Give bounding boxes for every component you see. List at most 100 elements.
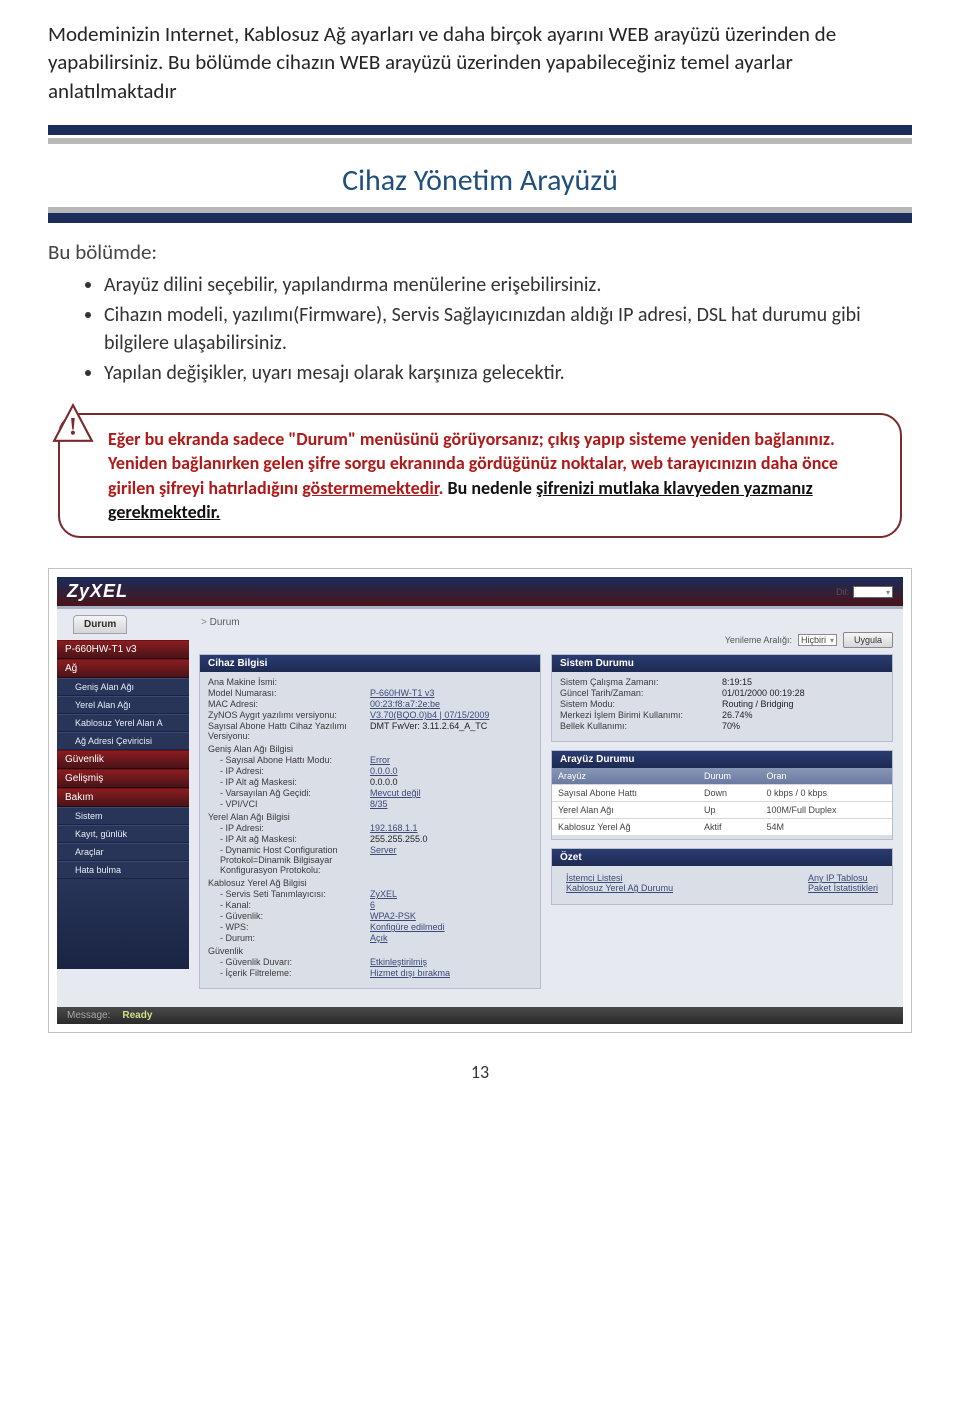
router-topbar: ZyXEL Dil: Türkçe ▾ — [57, 577, 903, 606]
cell: Yerel Alan Ağı — [552, 802, 698, 819]
interface-status-panel: Arayüz Durumu Arayüz Durum Oran — [551, 750, 893, 840]
cell: 100M/Full Duplex — [760, 802, 892, 819]
row-value: 01/01/2000 00:19:28 — [722, 688, 805, 698]
row-label: - Varsayılan Ağ Geçidi: — [208, 788, 370, 798]
row-value: 0.0.0.0 — [370, 777, 398, 787]
warning-dot: . — [439, 477, 448, 499]
nav-item-tools[interactable]: Araçlar — [57, 843, 189, 861]
group-security: Güvenlik — [208, 946, 532, 956]
device-info-header: Cihaz Bilgisi — [200, 655, 540, 672]
row-label: Sistem Modu: — [560, 699, 722, 709]
language-select[interactable]: Türkçe ▾ — [853, 586, 893, 598]
client-list-link[interactable]: İstemci Listesi — [566, 873, 623, 883]
row-value: 8:19:15 — [722, 677, 752, 687]
any-ip-link[interactable]: Any IP Tablosu — [808, 873, 868, 883]
nav-group-network[interactable]: Ağ — [57, 659, 189, 678]
group-wlan: Kablosuz Yerel Ağ Bilgisi — [208, 878, 532, 888]
row-value: Mevcut değil — [370, 788, 421, 798]
row-label: Bellek Kullanımı: — [560, 721, 722, 731]
nav-item-wan[interactable]: Geniş Alan Ağı — [57, 678, 189, 696]
screenshot-frame: ZyXEL Dil: Türkçe ▾ Durum P-660HW-T1 v3 … — [48, 568, 912, 1033]
packet-stats-link[interactable]: Paket İstatistikleri — [808, 883, 878, 893]
breadcrumb: > Durum — [199, 615, 893, 632]
row-label: Sayısal Abone Hattı Cihaz Yazılımı Versi… — [208, 721, 370, 741]
bullet-list: Arayüz dilini seçebilir, yapılandırma me… — [48, 271, 912, 387]
nav-model: P-660HW-T1 v3 — [57, 640, 189, 659]
th-status: Durum — [698, 768, 761, 785]
interface-table: Arayüz Durum Oran Sayısal Abone Hattı Do… — [552, 768, 892, 835]
row-label: - WPS: — [208, 922, 370, 932]
row-label: Ana Makine İsmi: — [208, 677, 370, 687]
nav-group-advanced[interactable]: Gelişmiş — [57, 769, 189, 788]
apply-button[interactable]: Uygula — [843, 632, 893, 648]
row-label: ZyNOS Aygıt yazılımı versiyonu: — [208, 710, 370, 720]
row-label: Güncel Tarih/Zaman: — [560, 688, 722, 698]
bullet-item: Yapılan değişikler, uyarı mesajı olarak … — [104, 359, 912, 387]
system-status-panel: Sistem Durumu Sistem Çalışma Zamanı:8:19… — [551, 654, 893, 742]
row-label: - Durum: — [208, 933, 370, 943]
row-label: - VPI/VCI — [208, 799, 370, 809]
message-label: Message: — [67, 1010, 110, 1021]
wlan-status-link[interactable]: Kablosuz Yerel Ağ Durumu — [566, 883, 673, 893]
status-tab[interactable]: Durum — [73, 615, 127, 634]
refresh-label: Yenileme Aralığı: — [725, 635, 792, 645]
row-value: Etkinleştirilmiş — [370, 957, 427, 967]
group-lan: Yerel Alan Ağı Bilgisi — [208, 812, 532, 822]
row-label: - IP Adresi: — [208, 823, 370, 833]
sidebar: Durum P-660HW-T1 v3 Ağ Geniş Alan Ağı Ye… — [57, 609, 189, 1007]
row-label: - IP Alt ağ Maskesi: — [208, 777, 370, 787]
nav-item-lan[interactable]: Yerel Alan Ağı — [57, 696, 189, 714]
row-label: - IP Adresi: — [208, 766, 370, 776]
summary-header: Özet — [552, 849, 892, 866]
nav-group-security[interactable]: Güvenlik — [57, 750, 189, 769]
refresh-select[interactable]: Hiçbiri ▾ — [798, 634, 837, 646]
language-label: Dil: — [836, 587, 849, 597]
warning-underline-1: göstermemektedir — [302, 477, 438, 499]
cell: Sayısal Abone Hattı — [552, 785, 698, 802]
row-label: - Güvenlik Duvarı: — [208, 957, 370, 967]
divider-rules — [48, 125, 912, 144]
th-rate: Oran — [760, 768, 892, 785]
row-value: Server — [370, 845, 397, 875]
row-value: 8/35 — [370, 799, 388, 809]
cell: Kablosuz Yerel Ağ — [552, 819, 698, 836]
row-value: V3.70(BQO.0)b4 | 07/15/2009 — [370, 710, 489, 720]
refresh-value: Hiçbiri — [801, 635, 826, 645]
table-row: Sayısal Abone Hattı Down 0 kbps / 0 kbps — [552, 785, 892, 802]
divider-rules-2 — [48, 207, 912, 223]
nav-item-logs[interactable]: Kayıt, günlük — [57, 825, 189, 843]
row-value: Konfigüre edilmedi — [370, 922, 445, 932]
sub-intro: Bu bölümde: — [48, 239, 912, 265]
row-value: P-660HW-T1 v3 — [370, 688, 434, 698]
row-value: ZyXEL — [370, 889, 397, 899]
row-value: 0.0.0.0 — [370, 766, 398, 776]
row-label: - İçerik Filtreleme: — [208, 968, 370, 978]
row-value: 26.74% — [722, 710, 753, 720]
row-value: Error — [370, 755, 390, 765]
nav-item-nat[interactable]: Ağ Adresi Çeviricisi — [57, 732, 189, 750]
cell: Down — [698, 785, 761, 802]
row-value: DMT FwVer: 3.11.2.64_A_TC — [370, 721, 487, 741]
row-value: Routing / Bridging — [722, 699, 794, 709]
brand-logo: ZyXEL — [67, 581, 128, 602]
chevron-down-icon: ▾ — [886, 588, 890, 597]
system-status-header: Sistem Durumu — [552, 655, 892, 672]
row-label: - Kanal: — [208, 900, 370, 910]
intro-paragraph: Modeminizin Internet, Kablosuz Ağ ayarla… — [48, 20, 912, 105]
row-label: - IP Alt ağ Maskesi: — [208, 834, 370, 844]
nav-item-wlan[interactable]: Kablosuz Yerel Alan A — [57, 714, 189, 732]
row-label: - Dynamic Host Configuration Protokol=Di… — [208, 845, 370, 875]
device-info-panel: Cihaz Bilgisi Ana Makine İsmi: Model Num… — [199, 654, 541, 989]
cell: 0 kbps / 0 kbps — [760, 785, 892, 802]
warning-callout: ! Eğer bu ekranda sadece "Durum" menüsün… — [58, 413, 902, 538]
nav-item-diag[interactable]: Hata bulma — [57, 861, 189, 879]
warning-black: Bu nedenle — [448, 477, 536, 499]
excl-mark: ! — [69, 414, 77, 441]
group-wan: Geniş Alan Ağı Bilgisi — [208, 744, 532, 754]
row-value: WPA2-PSK — [370, 911, 416, 921]
message-bar: Message: Ready — [57, 1007, 903, 1024]
nav-item-system[interactable]: Sistem — [57, 807, 189, 825]
nav-group-maintenance[interactable]: Bakım — [57, 788, 189, 807]
bullet-item: Arayüz dilini seçebilir, yapılandırma me… — [104, 271, 912, 299]
language-value: Türkçe — [856, 587, 884, 597]
